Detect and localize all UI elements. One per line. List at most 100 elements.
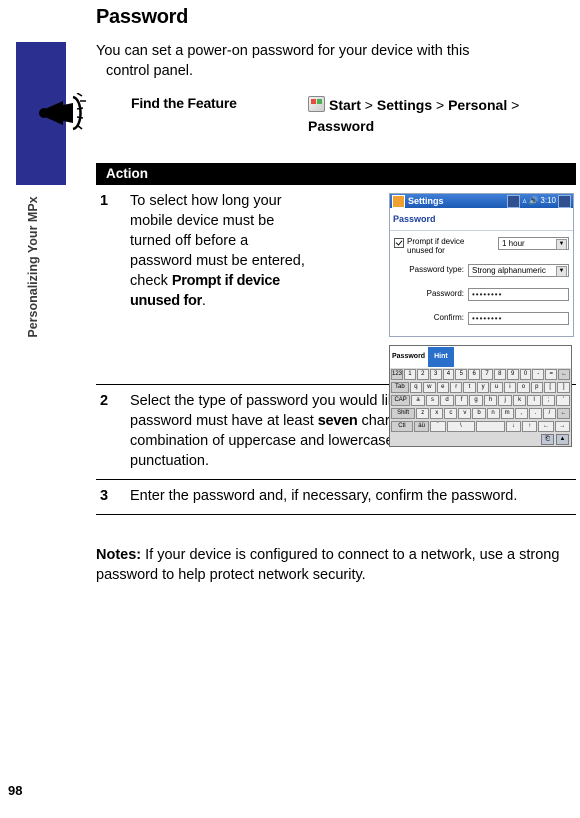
key[interactable]: k bbox=[512, 395, 527, 406]
backspace-key[interactable]: ← bbox=[558, 369, 570, 380]
key[interactable]: e bbox=[436, 382, 449, 393]
intro-line-1: You can set a power-on password for your… bbox=[96, 43, 470, 59]
key[interactable]: s bbox=[425, 395, 440, 406]
speaker-icon: 🔊 bbox=[528, 196, 539, 205]
keyboard-bottom-bar: ⎗ ▲ bbox=[390, 433, 571, 446]
caps-key[interactable]: CAP bbox=[391, 395, 411, 406]
accent-key[interactable]: áü bbox=[413, 421, 430, 432]
tab-key[interactable]: Tab bbox=[391, 382, 409, 393]
chevron-down-icon[interactable]: ▼ bbox=[556, 265, 567, 277]
key[interactable]: = bbox=[545, 369, 558, 380]
table-row: 3 Enter the password and, if necessary, … bbox=[96, 479, 576, 515]
device-titlebar: Settings ▵ 🔊 3:10 bbox=[390, 194, 573, 208]
key[interactable]: r bbox=[449, 382, 463, 393]
arrow-right-key[interactable]: → bbox=[554, 421, 570, 432]
prompt-if-unused-checkbox[interactable] bbox=[394, 238, 404, 248]
key[interactable]: v bbox=[458, 408, 472, 419]
procedure-table: Action 1 To select how long your mobile … bbox=[96, 163, 576, 515]
key[interactable]: j bbox=[498, 395, 512, 406]
key[interactable]: 8 bbox=[493, 369, 506, 380]
key[interactable]: 7 bbox=[481, 369, 493, 380]
key[interactable]: q bbox=[409, 382, 423, 393]
confirm-row[interactable]: Confirm: •••••••• bbox=[394, 308, 569, 328]
keyboard-tab-password[interactable]: Password bbox=[392, 347, 425, 367]
key[interactable]: y bbox=[476, 382, 490, 393]
start-menu-icon[interactable] bbox=[392, 194, 405, 208]
prompt-interval-combobox[interactable]: 1 hour ▼ bbox=[498, 237, 569, 250]
ctrl-key[interactable]: Ctl bbox=[391, 421, 413, 432]
step-number: 1 bbox=[96, 184, 126, 385]
device-title: Settings bbox=[408, 196, 444, 206]
key[interactable]: ] bbox=[557, 382, 570, 393]
enter-key[interactable]: ← bbox=[556, 408, 571, 419]
device-body: Prompt if device unused for 1 hour ▼ Pas… bbox=[390, 231, 573, 336]
key[interactable]: , bbox=[514, 408, 528, 419]
keyboard-row-1: 123 1 2 3 4 5 6 7 8 9 0 - = ← bbox=[390, 368, 571, 381]
key[interactable]: ` bbox=[430, 421, 446, 432]
arrow-left-key[interactable]: ← bbox=[538, 421, 554, 432]
step-number: 3 bbox=[96, 479, 126, 515]
space-key[interactable] bbox=[476, 421, 505, 432]
key[interactable]: \ bbox=[446, 421, 476, 432]
arrow-down-key[interactable]: ↓ bbox=[505, 421, 522, 432]
key[interactable]: d bbox=[440, 395, 454, 406]
password-input[interactable]: •••••••• bbox=[468, 287, 569, 301]
menu-start: Start bbox=[329, 97, 361, 113]
device-status-icons: ▵ 🔊 3:10 bbox=[507, 191, 571, 211]
arrow-up-key[interactable]: ↑ bbox=[522, 421, 538, 432]
key[interactable]: o bbox=[517, 382, 530, 393]
chevron-down-icon[interactable]: ▼ bbox=[556, 239, 567, 250]
confirm-input[interactable]: •••••••• bbox=[468, 311, 569, 325]
key[interactable]: 9 bbox=[506, 369, 519, 380]
key[interactable]: z bbox=[416, 408, 430, 419]
key[interactable]: . bbox=[528, 408, 542, 419]
key[interactable]: / bbox=[542, 408, 556, 419]
key[interactable]: [ bbox=[544, 382, 557, 393]
key[interactable]: 6 bbox=[468, 369, 481, 380]
prompt-if-unused-row[interactable]: Prompt if device unused for 1 hour ▼ bbox=[394, 237, 569, 255]
password-type-combobox[interactable]: Strong alphanumeric ▼ bbox=[468, 263, 569, 277]
key[interactable]: x bbox=[430, 408, 444, 419]
table-header-row: Action bbox=[96, 163, 576, 185]
step-number: 2 bbox=[96, 384, 126, 480]
key[interactable]: 1 bbox=[404, 369, 416, 380]
ok-icon[interactable] bbox=[558, 194, 571, 208]
key[interactable]: 5 bbox=[455, 369, 468, 380]
key[interactable]: 4 bbox=[442, 369, 455, 380]
key[interactable]: 3 bbox=[429, 369, 442, 380]
password-row[interactable]: Password: •••••••• bbox=[394, 284, 569, 304]
shift-key[interactable]: Shift bbox=[391, 408, 416, 419]
key[interactable]: u bbox=[490, 382, 503, 393]
key[interactable]: m bbox=[500, 408, 514, 419]
key[interactable]: t bbox=[463, 382, 476, 393]
menu-password: Password bbox=[308, 118, 375, 134]
page-number: 98 bbox=[8, 783, 23, 798]
keyboard-row-4: Shift z x c v b n m , . / ← bbox=[390, 407, 571, 420]
keyboard-row-5: Ctl áü ` \ ↓ ↑ ← → bbox=[390, 420, 571, 433]
key[interactable]: a bbox=[411, 395, 425, 406]
password-type-row[interactable]: Password type: Strong alphanumeric ▼ bbox=[394, 260, 569, 280]
step-1-text-c: . bbox=[201, 293, 206, 309]
onscreen-keyboard[interactable]: Password Hint 123 1 2 3 4 5 6 7 8 9 0 - … bbox=[389, 345, 572, 447]
key-123[interactable]: 123 bbox=[391, 369, 404, 380]
keyboard-tab-hint[interactable]: Hint bbox=[428, 347, 454, 367]
key[interactable]: n bbox=[486, 408, 500, 419]
key[interactable]: ' bbox=[556, 395, 570, 406]
key[interactable]: b bbox=[472, 408, 486, 419]
device-clock: 3:10 bbox=[540, 196, 556, 205]
key[interactable]: c bbox=[444, 408, 458, 419]
key[interactable]: i bbox=[503, 382, 517, 393]
arrow-up-icon[interactable]: ▲ bbox=[556, 434, 569, 445]
key[interactable]: h bbox=[483, 395, 498, 406]
key[interactable]: 0 bbox=[519, 369, 532, 380]
key[interactable]: l bbox=[527, 395, 541, 406]
key[interactable]: p bbox=[530, 382, 544, 393]
key[interactable]: f bbox=[454, 395, 469, 406]
key[interactable]: g bbox=[469, 395, 483, 406]
prompt-if-unused-label: Prompt if device unused for bbox=[407, 237, 465, 255]
keyboard-icon[interactable]: ⎗ bbox=[541, 434, 554, 445]
key[interactable]: - bbox=[532, 369, 545, 380]
key[interactable]: 2 bbox=[416, 369, 429, 380]
key[interactable]: ; bbox=[541, 395, 556, 406]
key[interactable]: w bbox=[423, 382, 436, 393]
